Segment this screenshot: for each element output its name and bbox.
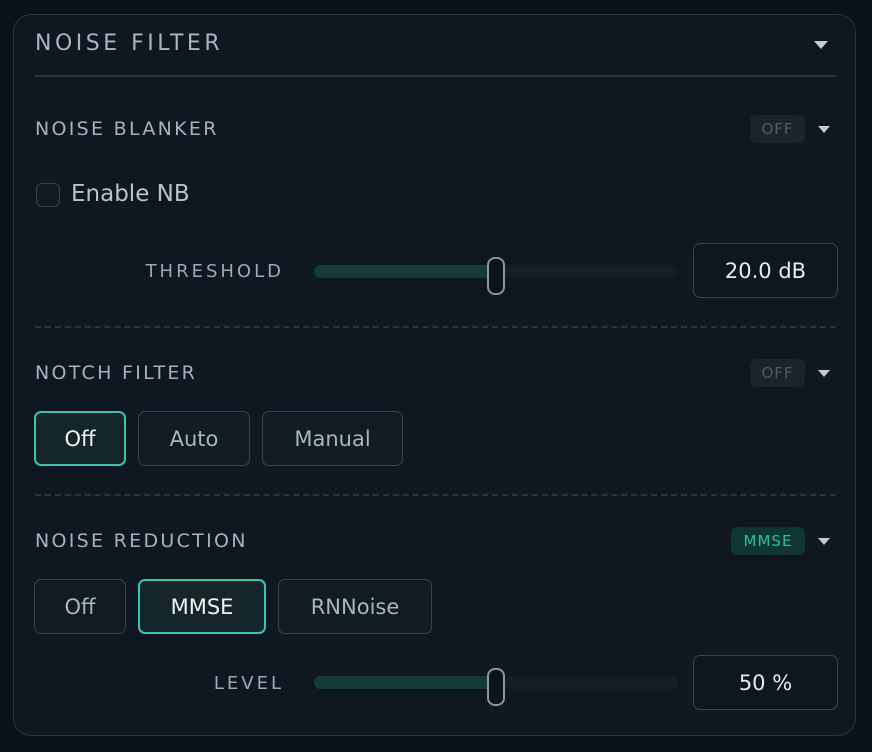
- nr-mode-off-button[interactable]: Off: [34, 579, 126, 634]
- level-slider[interactable]: [314, 668, 678, 706]
- nr-mode-mmse-button[interactable]: MMSE: [138, 579, 266, 634]
- level-label: LEVEL: [213, 673, 284, 694]
- noise-reduction-status-badge: MMSE: [731, 527, 805, 555]
- section-divider: [35, 494, 836, 496]
- noise-blanker-caret-down-icon[interactable]: [818, 126, 830, 133]
- noise-blanker-title: NOISE BLANKER: [35, 118, 219, 140]
- nr-mode-rnnoise-button[interactable]: RNNoise: [278, 579, 432, 634]
- threshold-label: THRESHOLD: [145, 261, 284, 282]
- enable-nb-checkbox[interactable]: [36, 183, 60, 207]
- noise-blanker-status-badge: OFF: [750, 115, 805, 143]
- caret-down-icon[interactable]: [814, 41, 828, 49]
- noise-reduction-caret-down-icon[interactable]: [818, 538, 830, 545]
- notch-mode-off-button[interactable]: Off: [34, 411, 126, 466]
- enable-nb-label[interactable]: Enable NB: [71, 181, 190, 207]
- noise-reduction-title: NOISE REDUCTION: [35, 530, 248, 552]
- level-value-field[interactable]: 50 %: [693, 655, 838, 710]
- notch-mode-auto-button[interactable]: Auto: [138, 411, 250, 466]
- notch-filter-title: NOTCH FILTER: [35, 362, 198, 384]
- section-divider: [35, 326, 836, 328]
- threshold-slider-fill: [314, 265, 496, 278]
- threshold-value-field[interactable]: 20.0 dB: [693, 243, 838, 298]
- panel-title: NOISE FILTER: [35, 31, 224, 56]
- notch-mode-manual-button[interactable]: Manual: [262, 411, 403, 466]
- noise-filter-panel: NOISE FILTER NOISE BLANKER OFF Enable NB…: [13, 14, 856, 736]
- threshold-slider-thumb[interactable]: [487, 257, 505, 295]
- level-slider-fill: [314, 676, 496, 689]
- notch-filter-status-badge: OFF: [750, 359, 805, 387]
- level-slider-thumb[interactable]: [487, 668, 505, 706]
- threshold-slider[interactable]: [314, 257, 678, 295]
- header-divider: [35, 75, 836, 77]
- notch-filter-caret-down-icon[interactable]: [818, 370, 830, 377]
